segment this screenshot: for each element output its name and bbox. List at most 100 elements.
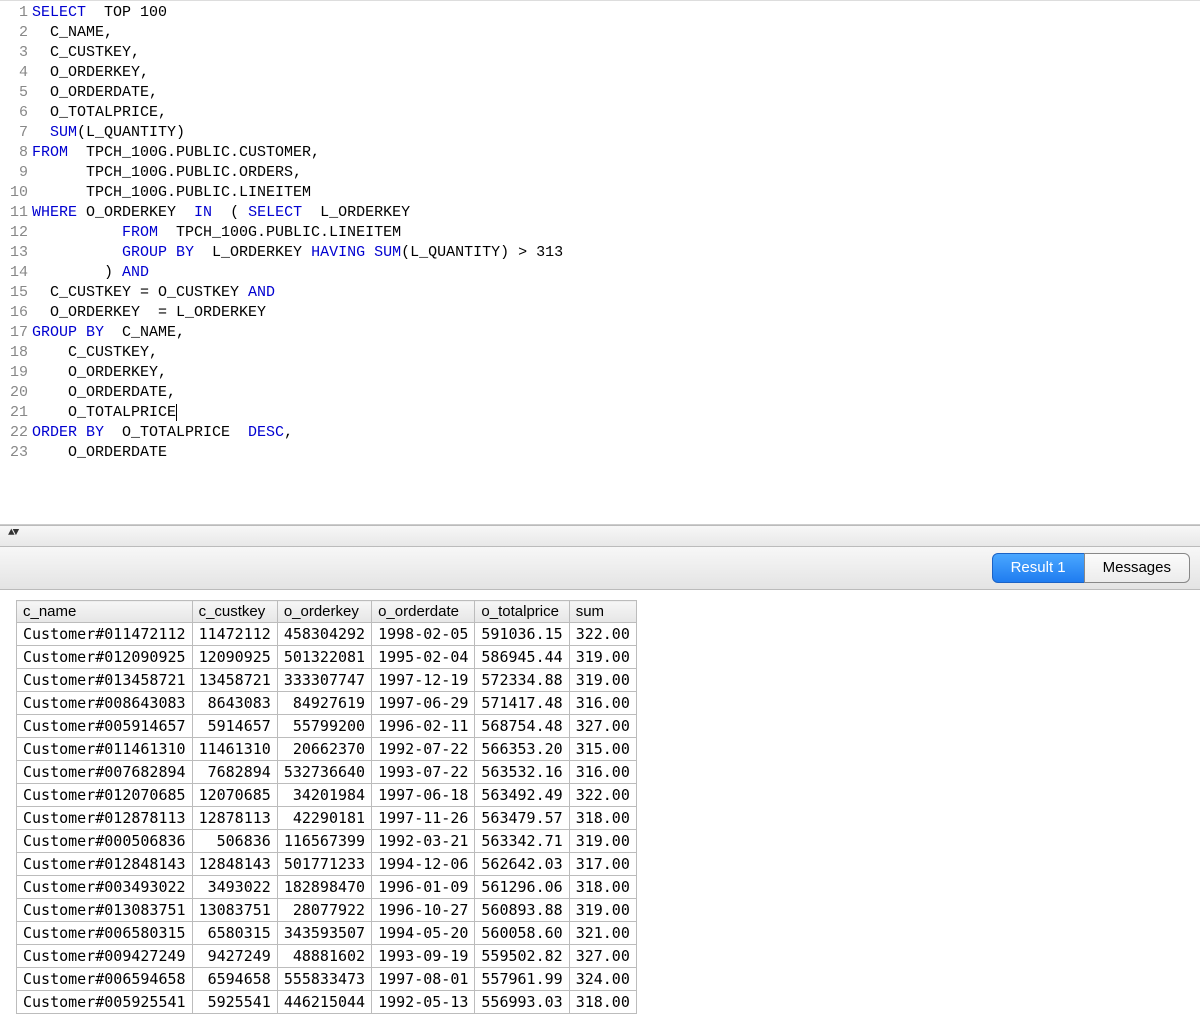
table-cell: 319.00 bbox=[569, 899, 636, 922]
table-cell: 343593507 bbox=[277, 922, 371, 945]
line-number: 6 bbox=[0, 103, 32, 123]
code-line[interactable]: 1SELECT TOP 100 bbox=[0, 3, 1200, 23]
table-row[interactable]: Customer#00659465865946585558334731997-0… bbox=[17, 968, 637, 991]
table-cell: 316.00 bbox=[569, 692, 636, 715]
results-pane: c_namec_custkeyo_orderkeyo_orderdateo_to… bbox=[0, 590, 1200, 1014]
table-cell: 1993-09-19 bbox=[372, 945, 475, 968]
table-cell: 12090925 bbox=[192, 646, 277, 669]
table-cell: 501771233 bbox=[277, 853, 371, 876]
tab-result[interactable]: Result 1 bbox=[992, 553, 1085, 583]
column-header[interactable]: o_totalprice bbox=[475, 601, 569, 623]
table-cell: 13458721 bbox=[192, 669, 277, 692]
code-line[interactable]: 12 FROM TPCH_100G.PUBLIC.LINEITEM bbox=[0, 223, 1200, 243]
table-cell: 572334.88 bbox=[475, 669, 569, 692]
results-table[interactable]: c_namec_custkeyo_orderkeyo_orderdateo_to… bbox=[16, 600, 637, 1014]
code-line[interactable]: 14 ) AND bbox=[0, 263, 1200, 283]
table-cell: 12878113 bbox=[192, 807, 277, 830]
table-row[interactable]: Customer#00768289476828945327366401993-0… bbox=[17, 761, 637, 784]
table-row[interactable]: Customer#00349302234930221828984701996-0… bbox=[17, 876, 637, 899]
code-line[interactable]: 7 SUM(L_QUANTITY) bbox=[0, 123, 1200, 143]
line-number: 14 bbox=[0, 263, 32, 283]
table-cell: 1994-12-06 bbox=[372, 853, 475, 876]
line-number: 22 bbox=[0, 423, 32, 443]
code-line[interactable]: 6 O_TOTALPRICE, bbox=[0, 103, 1200, 123]
table-cell: 563492.49 bbox=[475, 784, 569, 807]
table-row[interactable]: Customer#01287811312878113422901811997-1… bbox=[17, 807, 637, 830]
code-line[interactable]: 21 O_TOTALPRICE bbox=[0, 403, 1200, 423]
table-cell: 561296.06 bbox=[475, 876, 569, 899]
code-line[interactable]: 3 C_CUSTKEY, bbox=[0, 43, 1200, 63]
table-row[interactable]: Customer#0094272499427249488816021993-09… bbox=[17, 945, 637, 968]
table-cell: 319.00 bbox=[569, 669, 636, 692]
tab-messages[interactable]: Messages bbox=[1084, 553, 1190, 583]
code-line[interactable]: 17GROUP BY C_NAME, bbox=[0, 323, 1200, 343]
table-row[interactable]: Customer#0005068365068361165673991992-03… bbox=[17, 830, 637, 853]
table-cell: Customer#005914657 bbox=[17, 715, 193, 738]
table-cell: 571417.48 bbox=[475, 692, 569, 715]
table-row[interactable]: Customer#0059146575914657557992001996-02… bbox=[17, 715, 637, 738]
column-header[interactable]: o_orderkey bbox=[277, 601, 371, 623]
table-cell: Customer#012848143 bbox=[17, 853, 193, 876]
table-cell: 48881602 bbox=[277, 945, 371, 968]
table-row[interactable]: Customer#013458721134587213333077471997-… bbox=[17, 669, 637, 692]
table-cell: 458304292 bbox=[277, 623, 371, 646]
table-cell: 1996-02-11 bbox=[372, 715, 475, 738]
code-line[interactable]: 16 O_ORDERKEY = L_ORDERKEY bbox=[0, 303, 1200, 323]
column-header[interactable]: o_orderdate bbox=[372, 601, 475, 623]
line-number: 9 bbox=[0, 163, 32, 183]
table-row[interactable]: Customer#012848143128481435017712331994-… bbox=[17, 853, 637, 876]
table-cell: 1997-06-18 bbox=[372, 784, 475, 807]
table-row[interactable]: Customer#00658031565803153435935071994-0… bbox=[17, 922, 637, 945]
line-number: 10 bbox=[0, 183, 32, 203]
table-cell: 13083751 bbox=[192, 899, 277, 922]
table-row[interactable]: Customer#01207068512070685342019841997-0… bbox=[17, 784, 637, 807]
line-number: 20 bbox=[0, 383, 32, 403]
sql-editor[interactable]: 1SELECT TOP 1002 C_NAME,3 C_CUSTKEY,4 O_… bbox=[0, 0, 1200, 525]
code-text: ORDER BY O_TOTALPRICE DESC, bbox=[32, 423, 293, 443]
code-line[interactable]: 15 C_CUSTKEY = O_CUSTKEY AND bbox=[0, 283, 1200, 303]
code-line[interactable]: 10 TPCH_100G.PUBLIC.LINEITEM bbox=[0, 183, 1200, 203]
code-text: FROM TPCH_100G.PUBLIC.CUSTOMER, bbox=[32, 143, 320, 163]
table-row[interactable]: Customer#01146131011461310206623701992-0… bbox=[17, 738, 637, 761]
code-line[interactable]: 23 O_ORDERDATE bbox=[0, 443, 1200, 463]
table-row[interactable]: Customer#011472112114721124583042921998-… bbox=[17, 623, 637, 646]
code-line[interactable]: 5 O_ORDERDATE, bbox=[0, 83, 1200, 103]
code-line[interactable]: 11WHERE O_ORDERKEY IN ( SELECT L_ORDERKE… bbox=[0, 203, 1200, 223]
code-line[interactable]: 8FROM TPCH_100G.PUBLIC.CUSTOMER, bbox=[0, 143, 1200, 163]
table-cell: 324.00 bbox=[569, 968, 636, 991]
table-row[interactable]: Customer#012090925120909255013220811995-… bbox=[17, 646, 637, 669]
table-row[interactable]: Customer#0086430838643083849276191997-06… bbox=[17, 692, 637, 715]
table-cell: Customer#005925541 bbox=[17, 991, 193, 1014]
table-row[interactable]: Customer#00592554159255414462150441992-0… bbox=[17, 991, 637, 1014]
code-line[interactable]: 13 GROUP BY L_ORDERKEY HAVING SUM(L_QUAN… bbox=[0, 243, 1200, 263]
code-line[interactable]: 2 C_NAME, bbox=[0, 23, 1200, 43]
code-text: O_ORDERKEY, bbox=[32, 363, 167, 383]
column-header[interactable]: sum bbox=[569, 601, 636, 623]
code-text: FROM TPCH_100G.PUBLIC.LINEITEM bbox=[32, 223, 401, 243]
table-cell: 20662370 bbox=[277, 738, 371, 761]
column-header[interactable]: c_name bbox=[17, 601, 193, 623]
table-row[interactable]: Customer#01308375113083751280779221996-1… bbox=[17, 899, 637, 922]
table-cell: Customer#013083751 bbox=[17, 899, 193, 922]
table-cell: 566353.20 bbox=[475, 738, 569, 761]
code-line[interactable]: 22ORDER BY O_TOTALPRICE DESC, bbox=[0, 423, 1200, 443]
code-line[interactable]: 18 C_CUSTKEY, bbox=[0, 343, 1200, 363]
code-text: C_CUSTKEY = O_CUSTKEY AND bbox=[32, 283, 275, 303]
code-text: SELECT TOP 100 bbox=[32, 3, 167, 23]
table-cell: 182898470 bbox=[277, 876, 371, 899]
table-cell: 1992-05-13 bbox=[372, 991, 475, 1014]
code-line[interactable]: 19 O_ORDERKEY, bbox=[0, 363, 1200, 383]
line-number: 21 bbox=[0, 403, 32, 423]
code-text: O_ORDERDATE bbox=[32, 443, 167, 463]
pane-divider[interactable]: ▲▼ bbox=[0, 525, 1200, 547]
code-line[interactable]: 4 O_ORDERKEY, bbox=[0, 63, 1200, 83]
column-header[interactable]: c_custkey bbox=[192, 601, 277, 623]
results-tabbar: Result 1 Messages bbox=[0, 547, 1200, 590]
table-cell: Customer#011472112 bbox=[17, 623, 193, 646]
resize-handle-icon: ▲▼ bbox=[8, 528, 17, 539]
code-text: WHERE O_ORDERKEY IN ( SELECT L_ORDERKEY bbox=[32, 203, 410, 223]
table-cell: 6594658 bbox=[192, 968, 277, 991]
line-number: 17 bbox=[0, 323, 32, 343]
code-line[interactable]: 20 O_ORDERDATE, bbox=[0, 383, 1200, 403]
code-line[interactable]: 9 TPCH_100G.PUBLIC.ORDERS, bbox=[0, 163, 1200, 183]
